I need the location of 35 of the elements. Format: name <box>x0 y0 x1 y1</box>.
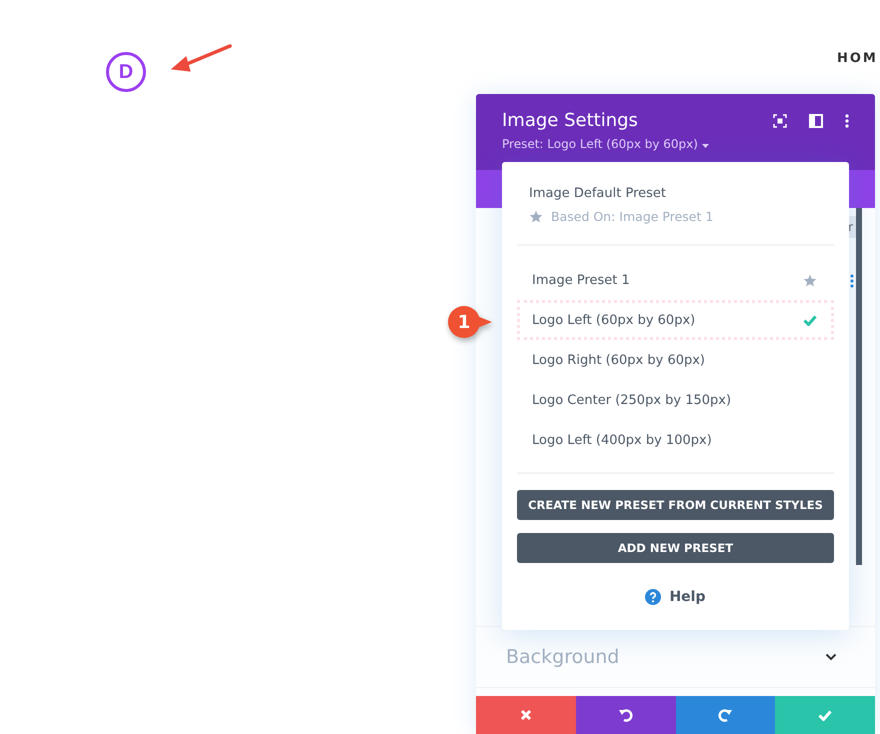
check-icon <box>803 314 817 326</box>
cancel-button[interactable] <box>476 696 576 734</box>
star-icon <box>803 274 817 286</box>
preset-button[interactable]: ADD NEW PRESET <box>517 533 834 563</box>
chevron-down-icon <box>825 653 837 661</box>
caret-icon <box>702 144 709 148</box>
check-icon <box>818 710 832 720</box>
preset-button[interactable]: CREATE NEW PRESET FROM CURRENT STYLES <box>517 490 834 520</box>
undo-icon <box>618 708 633 722</box>
redo-button[interactable] <box>676 696 776 734</box>
scrollbar[interactable] <box>856 208 862 565</box>
more-icon[interactable] <box>850 274 854 288</box>
help-icon <box>645 589 662 605</box>
arrow-icon <box>170 44 232 74</box>
nav-link[interactable]: HOM <box>837 51 878 66</box>
fullscreen-icon[interactable] <box>773 114 787 128</box>
panel-title: Image Settings <box>502 110 638 131</box>
based-on-text: Based On: Image Preset 1 <box>551 209 714 224</box>
undo-button[interactable] <box>576 696 676 734</box>
more-icon[interactable] <box>845 114 849 128</box>
preset-item[interactable]: Logo Left (400px by 100px) <box>517 420 834 460</box>
preset-item[interactable]: Logo Right (60px by 60px) <box>517 340 834 380</box>
logo[interactable]: D <box>106 52 146 92</box>
section-title: Background <box>506 646 620 668</box>
preset-name: Image Default Preset <box>529 186 668 201</box>
help-link[interactable]: Help <box>517 589 834 605</box>
redo-icon <box>718 708 732 722</box>
preset-dropdown[interactable]: Preset: Logo Left (60px by 60px) <box>502 137 709 151</box>
layout-icon[interactable] <box>809 114 823 128</box>
close-icon <box>520 709 532 721</box>
preset-item[interactable]: Image Preset 1 <box>517 260 834 300</box>
preset-item[interactable]: Logo Center (250px by 150px) <box>517 380 834 420</box>
star-icon <box>529 210 543 223</box>
save-button[interactable] <box>775 696 875 734</box>
preset-item[interactable]: Logo Left (60px by 60px) <box>517 300 834 340</box>
